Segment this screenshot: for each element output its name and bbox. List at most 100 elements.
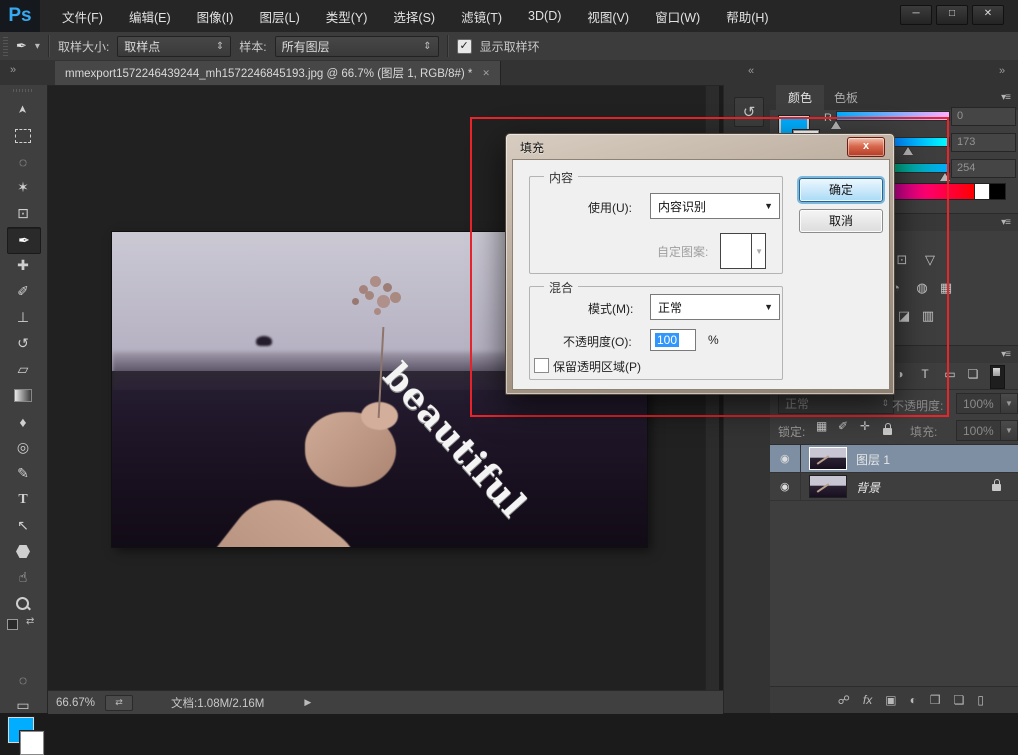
visibility-well[interactable]: ◉ (770, 473, 801, 500)
filter-shape-icon[interactable]: ▭ (940, 363, 960, 385)
mode-dropdown[interactable]: 正常 ▼ (650, 294, 780, 320)
menu-layer[interactable]: 图层(L) (259, 7, 299, 26)
blend-mode-dropdown[interactable]: 正常 ⇕ (778, 393, 894, 414)
gradient-tool[interactable] (7, 383, 39, 408)
filter-toggle-switch[interactable] (990, 365, 1005, 389)
hand-tool[interactable]: ☝ (7, 565, 39, 590)
green-slider-handle[interactable] (903, 147, 913, 155)
blue-slider-handle[interactable] (940, 173, 950, 181)
tab-color[interactable]: 颜色 (776, 85, 824, 110)
red-slider[interactable] (836, 111, 950, 121)
lock-all-icon[interactable] (883, 428, 892, 435)
history-panel-button[interactable]: ↺ (734, 97, 764, 127)
healing-brush-tool[interactable]: ✚ (7, 253, 39, 278)
tab-swatches[interactable]: 色板 (822, 85, 870, 110)
menu-3d[interactable]: 3D(D) (528, 9, 561, 23)
dialog-close-button[interactable]: x (847, 137, 885, 157)
blur-tool[interactable]: ♦ (7, 409, 39, 434)
pen-tool[interactable]: ✎ (7, 461, 39, 486)
preset-caret-icon[interactable]: ▾ (35, 41, 40, 52)
ok-button[interactable]: 确定 (799, 178, 883, 202)
type-tool[interactable]: T (7, 487, 39, 512)
adjustment-gradient-map-icon[interactable]: ▥ (918, 307, 938, 325)
layer-thumbnail[interactable] (810, 448, 846, 469)
link-layers-icon[interactable]: ☍ (838, 693, 850, 707)
close-button[interactable]: ✕ (972, 5, 1004, 25)
brush-tool[interactable]: ✐ (7, 279, 39, 304)
status-widget-icon[interactable]: ⇄ (105, 695, 133, 711)
path-select-tool[interactable]: ↖ (7, 513, 39, 538)
document-tab[interactable]: mmexport1572246439244_mh1572246845193.jp… (55, 61, 501, 85)
sample-size-dropdown[interactable]: 取样点 ⇕ (117, 36, 231, 57)
preserve-transparency-checkbox[interactable] (534, 358, 549, 373)
delete-layer-icon[interactable]: ▯ (977, 693, 984, 707)
menu-window[interactable]: 窗口(W) (655, 7, 700, 26)
new-adjustment-icon[interactable]: ◐ (910, 693, 917, 707)
crop-tool[interactable]: ⊡ (7, 201, 39, 226)
shape-tool[interactable] (7, 539, 39, 564)
tab-close-icon[interactable]: ✕ (482, 68, 490, 79)
lock-pixels-icon[interactable]: ✐ (838, 419, 848, 433)
layer-row-background[interactable]: ◉ 背景 (770, 473, 1018, 501)
red-value[interactable]: 0 (951, 107, 1016, 126)
zoom-tool[interactable] (7, 591, 39, 616)
eyedropper-tool[interactable]: ✒ (7, 227, 41, 254)
adjustment-hue-saturation-icon[interactable]: ◍ (912, 279, 932, 297)
tab-overflow-icon[interactable]: » (10, 64, 14, 76)
menu-view[interactable]: 视图(V) (587, 7, 629, 26)
panel-menu-icon[interactable]: ▾≡ (1001, 217, 1010, 228)
eye-icon[interactable]: ◉ (780, 480, 790, 493)
layer-name[interactable]: 背景 (856, 479, 880, 496)
green-value[interactable]: 173 (951, 133, 1016, 152)
adjustment-curves-icon[interactable]: ▽ (920, 251, 940, 269)
layer-thumbnail[interactable] (810, 476, 846, 497)
default-colors-icon[interactable] (7, 619, 18, 630)
quick-mask-button[interactable]: ◌ (7, 667, 39, 692)
menu-select[interactable]: 选择(S) (393, 7, 435, 26)
lock-position-icon[interactable]: ✛ (860, 419, 870, 433)
menu-edit[interactable]: 编辑(E) (129, 7, 171, 26)
dodge-tool[interactable]: ◎ (7, 435, 39, 460)
zoom-percent[interactable]: 66.67% (56, 697, 95, 709)
layer-name[interactable]: 图层 1 (856, 451, 890, 468)
layer-row-layer1[interactable]: ◉ 图层 1 (770, 445, 1018, 473)
panel-menu-icon[interactable]: ▾≡ (1001, 349, 1010, 360)
custom-pattern-well[interactable]: ▼ (720, 233, 766, 269)
cancel-button[interactable]: 取消 (799, 209, 883, 233)
sample-dropdown[interactable]: 所有图层 ⇕ (275, 36, 439, 57)
minimize-button[interactable]: ─ (900, 5, 932, 25)
filter-smart-object-icon[interactable]: ❏ (963, 363, 983, 385)
fill-dialog[interactable]: 填充 x 内容 使用(U): 内容识别 ▼ 自定图案: ▼ 混合 模式(M): … (505, 133, 895, 395)
blue-value[interactable]: 254 (951, 159, 1016, 178)
adjustment-color-balance-icon[interactable]: ▦ (936, 279, 956, 297)
new-layer-icon[interactable]: ❏ (954, 693, 965, 707)
lock-transparency-icon[interactable]: ▦ (816, 419, 827, 433)
maximize-button[interactable]: □ (936, 5, 968, 25)
status-arrow-icon[interactable]: ▶ (304, 697, 311, 708)
magic-wand-tool[interactable]: ✶ (7, 175, 39, 200)
clone-stamp-tool[interactable]: ⊥ (7, 305, 39, 330)
red-slider-handle[interactable] (831, 121, 841, 129)
eyedropper-preset-icon[interactable]: ✒ (16, 38, 27, 54)
menu-type[interactable]: 类型(Y) (326, 7, 368, 26)
move-tool[interactable]: ➤ (7, 97, 39, 122)
lasso-tool[interactable]: ◌ (7, 149, 39, 174)
new-group-icon[interactable]: ❒ (930, 693, 941, 707)
marquee-tool[interactable] (7, 123, 39, 148)
show-ring-checkbox[interactable]: ✓ (457, 39, 472, 54)
history-brush-tool[interactable]: ↺ (7, 331, 39, 356)
adjustment-exposure-icon[interactable]: ⊡ (892, 251, 912, 269)
spectrum-black-swatch[interactable] (989, 183, 1006, 200)
adjustment-black-white-icon[interactable]: ◪ (894, 307, 914, 325)
background-color-swatch[interactable] (20, 731, 44, 755)
opacity-dropdown[interactable]: 100% ▼ (956, 393, 1018, 414)
menu-image[interactable]: 图像(I) (197, 7, 234, 26)
menu-filter[interactable]: 滤镜(T) (461, 7, 502, 26)
dock-expand-icon[interactable]: » (999, 65, 1005, 77)
visibility-well[interactable]: ◉ (770, 445, 801, 472)
panel-menu-icon[interactable]: ▾≡ (1001, 92, 1010, 103)
dock-collapse-icon[interactable]: « (748, 65, 754, 77)
layer-effects-icon[interactable]: fx (863, 693, 872, 707)
add-mask-icon[interactable]: ▣ (885, 693, 896, 707)
use-dropdown[interactable]: 内容识别 ▼ (650, 193, 780, 219)
